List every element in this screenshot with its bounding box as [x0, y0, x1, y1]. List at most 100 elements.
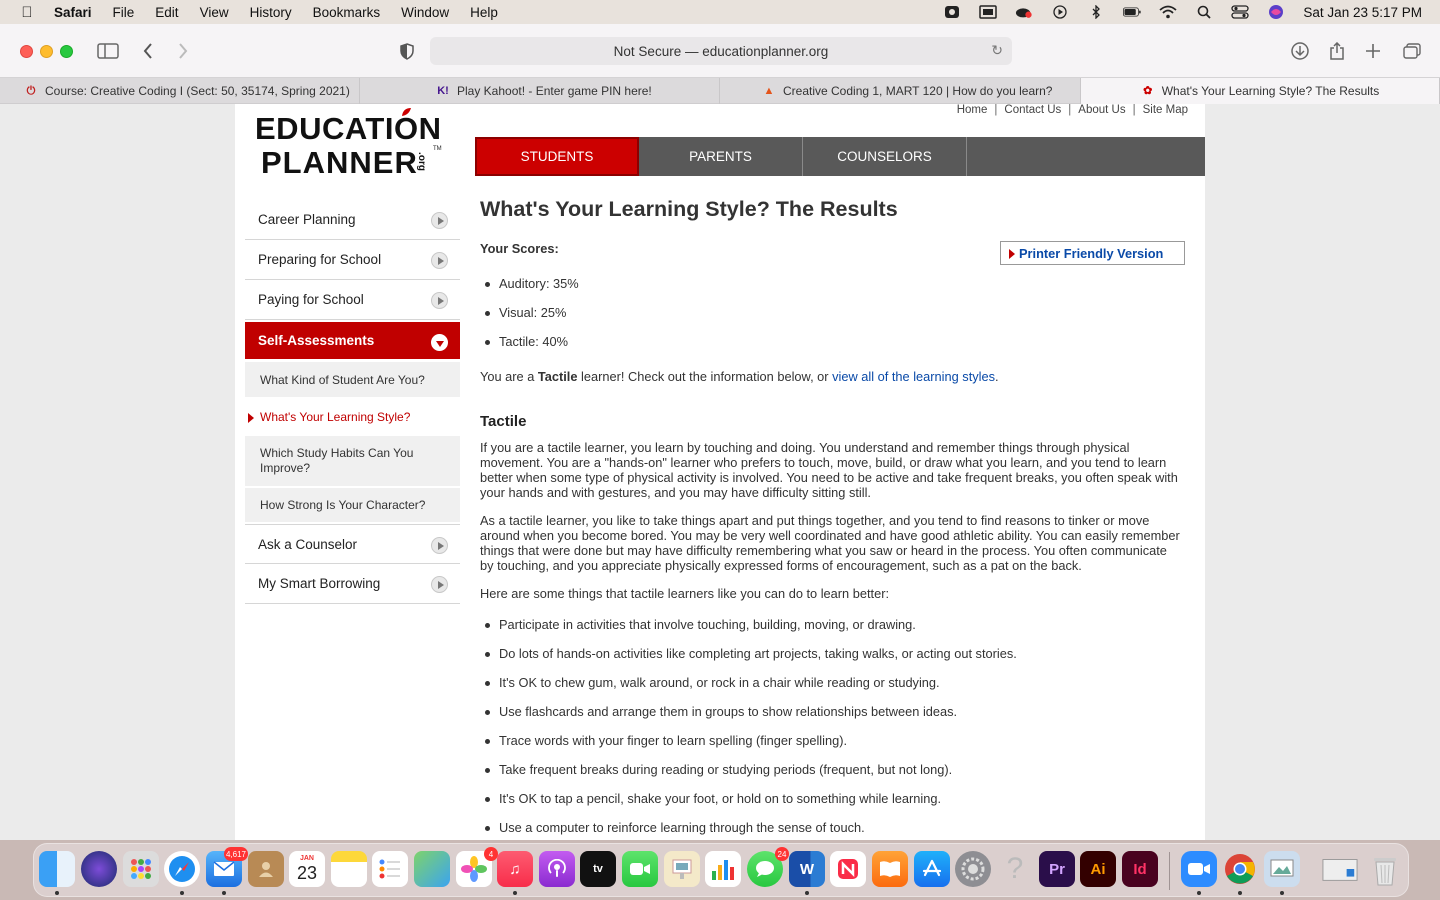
books-icon[interactable] [872, 851, 908, 887]
subitem-label: What's Your Learning Style? [260, 409, 411, 424]
share-icon[interactable] [1328, 40, 1346, 62]
forward-icon[interactable] [175, 40, 191, 62]
messages-icon[interactable]: 24 [747, 847, 789, 887]
subitem-what-kind-student[interactable]: What Kind of Student Are You? [245, 362, 460, 399]
creative-cloud-icon[interactable] [1015, 5, 1033, 19]
list-item: It's OK to chew gum, walk around, or roc… [480, 675, 1180, 704]
sidebar-item-paying[interactable]: Paying for School [245, 280, 460, 320]
menu-file[interactable]: File [113, 5, 135, 20]
menu-window[interactable]: Window [401, 5, 449, 20]
home-link[interactable]: Home [957, 104, 988, 116]
about-link[interactable]: About Us [1078, 104, 1125, 116]
news-icon[interactable] [830, 851, 866, 887]
sidebar-toggle-icon[interactable] [96, 40, 120, 62]
chrome-icon[interactable] [1222, 851, 1258, 887]
launchpad-icon[interactable] [123, 851, 159, 887]
zoom-window-button[interactable] [60, 45, 73, 58]
bluetooth-icon[interactable] [1087, 5, 1105, 19]
tab-learning-style[interactable]: ✿ What's Your Learning Style? The Result… [1081, 78, 1440, 104]
messages-badge: 24 [775, 847, 789, 861]
word-icon[interactable]: W [789, 851, 825, 887]
help-question-icon[interactable]: ? [997, 851, 1033, 887]
preview-icon[interactable] [1264, 851, 1300, 887]
tab-kahoot[interactable]: K! Play Kahoot! - Enter game PIN here! [360, 78, 720, 104]
screen-recorder-icon[interactable] [943, 5, 961, 19]
minimized-window-icon[interactable] [1322, 851, 1358, 887]
sidebar-item-ask-counselor[interactable]: Ask a Counselor [245, 524, 460, 564]
contact-link[interactable]: Contact Us [1004, 104, 1061, 116]
running-indicator [1280, 891, 1284, 895]
photos-icon[interactable]: 4 [456, 847, 498, 887]
illustrator-icon[interactable]: Ai [1080, 851, 1116, 887]
play-icon[interactable] [1051, 5, 1069, 19]
sidebar-item-self-assessments[interactable]: Self-Assessments [245, 322, 460, 359]
zoom-app-icon[interactable] [1181, 851, 1217, 887]
maps-icon[interactable] [414, 851, 450, 887]
downloads-icon[interactable] [1290, 40, 1310, 62]
mail-icon[interactable]: 4,617 [206, 847, 248, 887]
finder-icon[interactable] [39, 851, 75, 887]
menu-help[interactable]: Help [470, 5, 498, 20]
control-center-icon[interactable] [1231, 5, 1250, 19]
reminders-icon[interactable] [372, 851, 408, 887]
sitemap-link[interactable]: Site Map [1143, 104, 1188, 116]
menu-bookmarks[interactable]: Bookmarks [313, 5, 381, 20]
address-bar[interactable]: Not Secure — educationplanner.org ↻ [430, 37, 1012, 65]
sidebar-item-smart-borrowing[interactable]: My Smart Borrowing [245, 564, 460, 604]
subitem-character[interactable]: How Strong Is Your Character? [245, 488, 460, 524]
trash-icon[interactable] [1367, 851, 1403, 887]
back-icon[interactable] [140, 40, 156, 62]
app-store-icon[interactable] [914, 851, 950, 887]
nav-students[interactable]: STUDENTS [475, 137, 639, 176]
privacy-shield-icon[interactable] [398, 40, 416, 62]
reload-icon[interactable]: ↻ [991, 42, 1003, 59]
list-item: Do lots of hands-on activities like comp… [480, 646, 1180, 675]
notes-icon[interactable] [331, 851, 367, 887]
close-window-button[interactable] [20, 45, 33, 58]
sidebar-item-preparing[interactable]: Preparing for School [245, 240, 460, 280]
launchpad-rocket-icon[interactable] [81, 851, 117, 887]
menu-clock[interactable]: Sat Jan 23 5:17 PM [1303, 5, 1422, 20]
result-sentence: You are a Tactile learner! Check out the… [480, 369, 1180, 384]
calendar-icon[interactable]: JAN 23 [289, 851, 325, 887]
sidebar-item-label: Preparing for School [258, 252, 382, 267]
menu-edit[interactable]: Edit [155, 5, 178, 20]
apple-menu-icon[interactable]:  [0, 4, 54, 21]
wifi-icon[interactable] [1159, 5, 1178, 19]
calendar-month: JAN [299, 855, 314, 862]
system-preferences-icon[interactable] [955, 851, 991, 887]
nav-counselors[interactable]: COUNSELORS [803, 137, 967, 176]
apple-icon: ✿ [1143, 85, 1153, 97]
apple-tv-icon[interactable]: tv [580, 851, 616, 887]
siri-icon[interactable] [1267, 5, 1285, 19]
facetime-icon[interactable] [622, 851, 658, 887]
keynote-icon[interactable] [664, 851, 700, 887]
tab-overview-icon[interactable] [1402, 40, 1422, 62]
subitem-learning-style[interactable]: What's Your Learning Style? [245, 399, 460, 436]
contacts-icon[interactable] [248, 851, 284, 887]
printer-friendly-button[interactable]: Printer Friendly Version [1000, 241, 1185, 265]
sidebar-item-career-planning[interactable]: Career Planning [245, 200, 460, 240]
premiere-icon[interactable]: Pr [1039, 851, 1075, 887]
numbers-icon[interactable] [705, 851, 741, 887]
podcasts-icon[interactable] [539, 851, 575, 887]
music-icon[interactable]: ♫ [497, 851, 533, 887]
nav-parents[interactable]: PARENTS [639, 137, 803, 176]
tab-course[interactable]: ⏻ Course: Creative Coding I (Sect: 50, 3… [0, 78, 360, 104]
battery-icon[interactable] [1123, 5, 1142, 19]
indesign-icon[interactable]: Id [1122, 851, 1158, 887]
safari-icon[interactable] [164, 851, 200, 887]
subitem-study-habits[interactable]: Which Study Habits Can You Improve? [245, 436, 460, 488]
menu-app-name[interactable]: Safari [54, 5, 92, 20]
chevron-right-icon [431, 576, 448, 593]
education-planner-logo[interactable]: EDUCATION PLANNER .org TM [255, 108, 445, 182]
photos-badge: 4 [484, 847, 498, 861]
minimize-window-button[interactable] [40, 45, 53, 58]
tab-canvas[interactable]: ▲ Creative Coding 1, MART 120 | How do y… [720, 78, 1081, 104]
view-all-styles-link[interactable]: view all of the learning styles [832, 369, 995, 384]
menu-view[interactable]: View [200, 5, 229, 20]
new-tab-icon[interactable] [1364, 40, 1382, 62]
menu-history[interactable]: History [250, 5, 292, 20]
display-icon[interactable] [979, 5, 998, 19]
spotlight-search-icon[interactable] [1195, 5, 1213, 19]
